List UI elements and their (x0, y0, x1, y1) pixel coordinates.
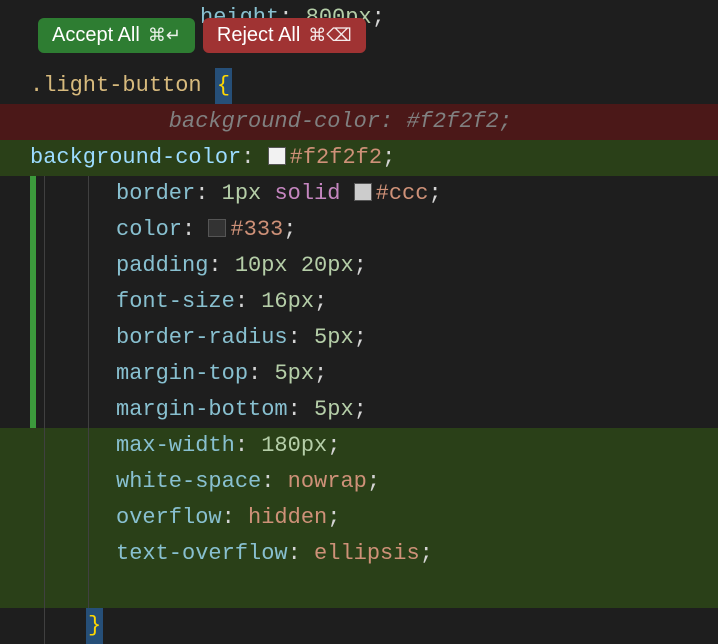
code-editor[interactable]: height: 800px; .light-button { backgroun… (0, 0, 718, 642)
keyboard-shortcut: ⌘⌫ (308, 25, 351, 46)
css-property: overflow (116, 500, 222, 536)
accept-all-button[interactable]: Accept All ⌘↵ (38, 18, 195, 53)
css-property: white-space (116, 464, 261, 500)
diff-added-line: max-width: 180px; (0, 428, 718, 464)
css-property: font-size (116, 284, 235, 320)
accept-label: Accept All (52, 24, 140, 47)
css-property: border (116, 176, 195, 212)
color-swatch-icon[interactable] (268, 147, 286, 165)
diff-added-line (0, 572, 718, 608)
brace-close: } (86, 608, 103, 644)
css-property: border-radius (116, 320, 288, 356)
diff-added-line: background-color: #f2f2f2; (0, 140, 718, 176)
reject-label: Reject All (217, 24, 300, 47)
css-property: max-width (116, 428, 235, 464)
css-property: padding (116, 248, 208, 284)
reject-all-button[interactable]: Reject All ⌘⌫ (203, 18, 366, 53)
diff-added-line: white-space: nowrap; (0, 464, 718, 500)
css-property: text-overflow (116, 536, 288, 572)
code-line: border-radius: 5px; (0, 320, 718, 356)
code-line: } (0, 608, 718, 644)
diff-added-line: text-overflow: ellipsis; (0, 536, 718, 572)
code-line: border: 1px solid #ccc; (0, 176, 718, 212)
code-line: color: #333; (0, 212, 718, 248)
css-property: margin-bottom (116, 392, 288, 428)
code-line: padding: 10px 20px; (0, 248, 718, 284)
code-line: .light-button { (0, 68, 718, 104)
css-property: background-color (30, 140, 241, 176)
color-swatch-icon[interactable] (354, 183, 372, 201)
css-property: color (116, 212, 182, 248)
diff-removed-line: background-color: #f2f2f2; (0, 104, 718, 140)
css-property: margin-top (116, 356, 248, 392)
code-line: font-size: 16px; (0, 284, 718, 320)
removed-text: background-color: #f2f2f2; (116, 104, 512, 140)
code-line: margin-top: 5px; (0, 356, 718, 392)
css-value: #f2f2f2 (290, 140, 382, 176)
diff-action-buttons: Accept All ⌘↵ Reject All ⌘⌫ (38, 18, 366, 53)
brace-open: { (215, 68, 232, 104)
diff-added-line: overflow: hidden; (0, 500, 718, 536)
keyboard-shortcut: ⌘↵ (148, 25, 181, 46)
css-selector: .light-button (30, 68, 202, 104)
code-line: margin-bottom: 5px; (0, 392, 718, 428)
color-swatch-icon[interactable] (208, 219, 226, 237)
